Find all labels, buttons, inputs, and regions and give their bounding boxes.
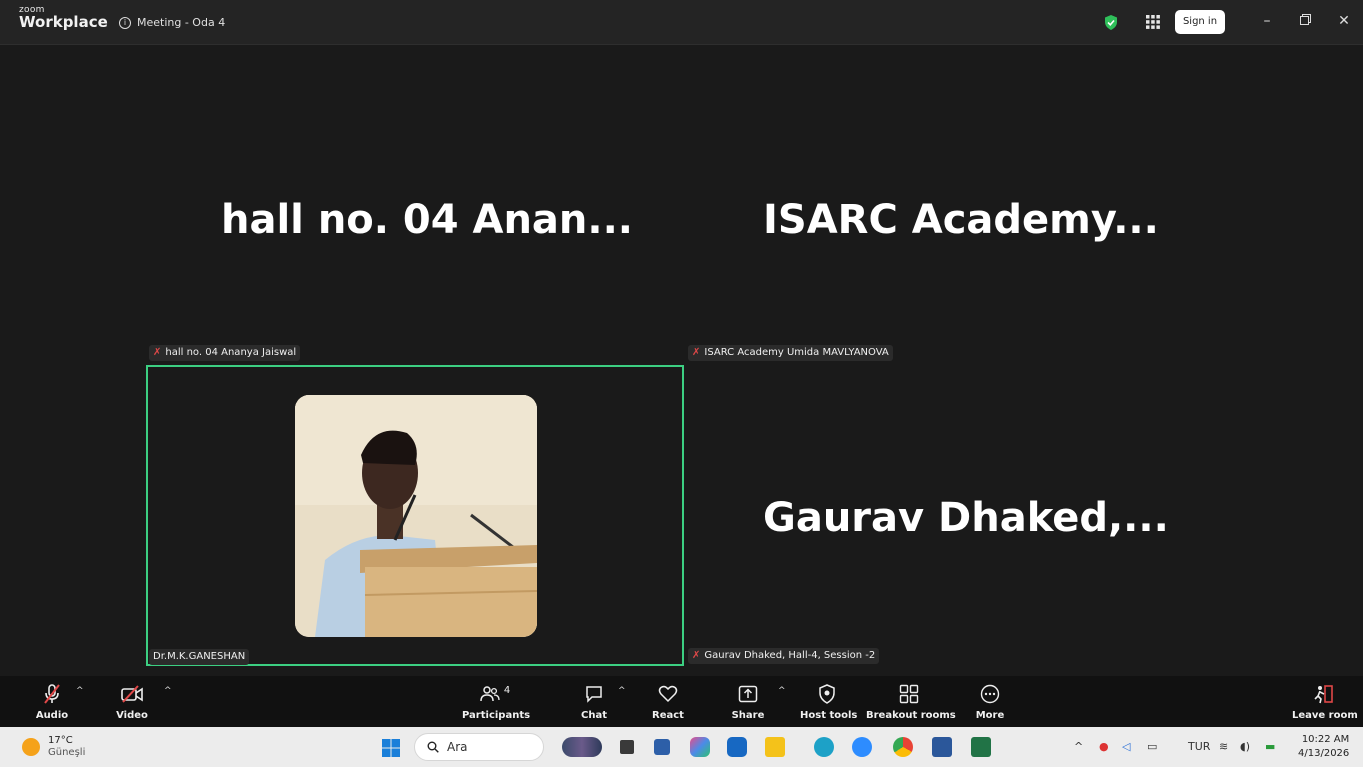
meeting-toolbar: Audio ^ Video ^ 4 Participants Chat ^ Re… (0, 676, 1363, 727)
participant-tag-label: ISARC Academy Umida MAVLYANOVA (704, 347, 889, 358)
clock-date: 4/13/2026 (1298, 748, 1350, 759)
sun-icon (22, 738, 40, 756)
muted-mic-icon: ✗ (692, 347, 701, 358)
chrome-browser-icon[interactable] (893, 737, 913, 757)
participant-avatar-photo (295, 395, 537, 637)
weather-temperature: 17°C (48, 735, 73, 746)
show-hidden-icons-icon[interactable]: ^ (1074, 740, 1083, 753)
more-ellipsis-icon (980, 684, 1000, 704)
edge-browser-icon[interactable] (814, 737, 834, 757)
more-label: More (975, 710, 1005, 721)
language-indicator[interactable]: TUR (1188, 740, 1210, 753)
windows-taskbar: 17°C Güneşli Ara ^ ● ◁ ▭ TUR ≋ ◖) ▬ 10:2… (0, 727, 1363, 767)
chat-bubble-icon (586, 686, 602, 703)
minimize-icon[interactable]: – (1257, 11, 1277, 31)
close-icon[interactable]: ✕ (1334, 11, 1354, 31)
wifi-icon[interactable]: ≋ (1219, 740, 1228, 753)
participant-name-tag: ✗ ISARC Academy Umida MAVLYANOVA (688, 345, 893, 361)
weather-widget[interactable]: 17°C Güneşli (22, 735, 85, 759)
breakout-rooms-button[interactable]: Breakout rooms (866, 682, 956, 721)
widgets-news-icon[interactable] (562, 737, 602, 757)
participant-name-large: hall no. 04 Anan... (221, 197, 633, 243)
file-explorer-icon[interactable] (765, 737, 785, 757)
audio-options-caret-icon[interactable]: ^ (76, 686, 84, 696)
host-shield-icon (819, 684, 835, 704)
more-button[interactable]: More (973, 682, 1007, 721)
leave-room-label: Leave room (1292, 710, 1358, 721)
host-tools-button[interactable]: Host tools (800, 682, 858, 721)
react-button[interactable]: React (652, 682, 684, 721)
leave-room-icon (1314, 685, 1333, 704)
breakout-rooms-icon (899, 684, 919, 704)
meeting-title[interactable]: i Meeting - Oda 4 (119, 16, 225, 29)
participant-name-large: Gaurav Dhaked,... (763, 495, 1169, 541)
heart-icon (658, 685, 678, 703)
breakout-rooms-label: Breakout rooms (866, 710, 956, 721)
participant-name-tag: Dr.M.K.GANESHAN (149, 649, 250, 665)
sign-in-button[interactable]: Sign in (1175, 10, 1225, 34)
share-label: Share (731, 710, 765, 721)
apps-grid-icon[interactable] (1146, 15, 1160, 29)
participant-name-tag: ✗ hall no. 04 Ananya Jaiswal (149, 345, 301, 361)
video-options-caret-icon[interactable]: ^ (164, 686, 172, 696)
word-icon[interactable] (932, 737, 952, 757)
weather-condition: Güneşli (48, 747, 86, 758)
muted-mic-icon: ✗ (153, 347, 162, 358)
chat-button[interactable]: Chat (578, 682, 610, 721)
title-bar: zoom Workplace i Meeting - Oda 4 Sign in… (0, 0, 1363, 45)
windows-start-icon[interactable] (382, 739, 400, 757)
taskbar-search[interactable]: Ara (414, 733, 544, 761)
participants-icon (480, 686, 500, 702)
keyboard-icon[interactable]: ▭ (1147, 740, 1157, 753)
zoom-workplace-logo: zoom Workplace (19, 6, 108, 30)
participant-name-large: ISARC Academy... (763, 197, 1159, 243)
search-icon (427, 741, 439, 753)
host-tools-label: Host tools (800, 710, 858, 721)
participants-button[interactable]: 4 Participants (462, 682, 531, 722)
participant-tag-label: Gaurav Dhaked, Hall-4, Session -2 (704, 650, 876, 661)
volume-icon[interactable]: ◖) (1240, 740, 1250, 753)
microsoft-store-icon[interactable] (654, 739, 670, 755)
chat-label: Chat (581, 710, 607, 721)
chat-options-caret-icon[interactable]: ^ (618, 686, 626, 696)
zoom-app-icon[interactable] (852, 737, 872, 757)
security-tray-icon[interactable]: ● (1099, 740, 1109, 753)
share-screen-icon (738, 685, 758, 703)
speaker-photo (295, 395, 537, 637)
video-off-icon (121, 685, 143, 703)
video-button[interactable]: Video (112, 682, 152, 721)
battery-icon[interactable]: ▬ (1265, 740, 1275, 753)
participants-label: Participants (462, 710, 531, 721)
info-icon[interactable]: i (119, 16, 131, 29)
restore-icon[interactable] (1295, 11, 1315, 31)
location-tray-icon[interactable]: ◁ (1122, 740, 1130, 753)
muted-microphone-icon (44, 684, 60, 704)
audio-button[interactable]: Audio (30, 682, 74, 721)
meeting-title-text: Meeting - Oda 4 (137, 16, 226, 29)
search-placeholder: Ara (447, 740, 468, 754)
shield-check-icon[interactable] (1104, 15, 1118, 30)
muted-mic-icon: ✗ (692, 650, 701, 661)
participant-tag-label: Dr.M.K.GANESHAN (153, 651, 246, 662)
excel-icon[interactable] (971, 737, 991, 757)
leave-room-button[interactable]: Leave room (1292, 682, 1358, 721)
photos-app-icon[interactable] (690, 737, 710, 757)
clock-time: 10:22 AM (1301, 734, 1350, 745)
share-options-caret-icon[interactable]: ^ (778, 686, 786, 696)
system-clock[interactable]: 10:22 AM 4/13/2026 (1298, 733, 1349, 761)
audio-label: Audio (35, 710, 69, 721)
task-view-icon[interactable] (620, 740, 634, 754)
outlook-icon[interactable] (727, 737, 747, 757)
share-button[interactable]: Share (730, 682, 766, 721)
logo-brand-bottom: Workplace (19, 13, 108, 31)
participant-name-tag: ✗ Gaurav Dhaked, Hall-4, Session -2 (688, 648, 880, 664)
participant-tag-label: hall no. 04 Ananya Jaiswal (165, 347, 297, 358)
participants-count: 4 (503, 684, 511, 696)
video-label: Video (116, 710, 148, 721)
react-label: React (652, 710, 684, 721)
